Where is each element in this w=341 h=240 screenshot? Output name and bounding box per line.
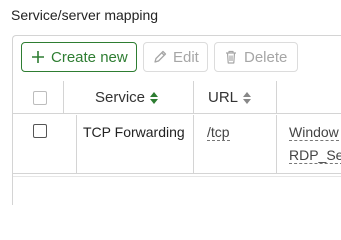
- delete-button[interactable]: Delete: [214, 42, 298, 72]
- select-all-checkbox[interactable]: [33, 91, 47, 105]
- column-divider: [276, 115, 277, 173]
- service-column-header[interactable]: Service: [95, 89, 159, 106]
- row-checkbox[interactable]: [33, 124, 47, 138]
- service-mapping-page: Service/server mapping Create new Edit D…: [0, 0, 341, 205]
- column-divider: [193, 81, 194, 113]
- table-row[interactable]: TCP Forwarding /tcp Window RDP_Se: [13, 115, 341, 174]
- toolbar: Create new Edit Delete: [21, 42, 298, 72]
- table-divider: [13, 176, 341, 177]
- table-header: Service URL: [13, 81, 341, 114]
- sort-icon: [149, 91, 159, 105]
- pencil-icon: [152, 49, 168, 65]
- create-new-label: Create new: [51, 48, 128, 66]
- trash-icon: [223, 49, 239, 65]
- mapping-table-panel: Create new Edit Delete Service URL TCP F…: [12, 35, 341, 205]
- column-divider: [276, 81, 277, 113]
- plus-icon: [30, 49, 46, 65]
- delete-label: Delete: [244, 48, 288, 66]
- server-link[interactable]: RDP_Se: [289, 147, 341, 164]
- sort-icon: [242, 91, 252, 105]
- column-divider: [76, 115, 77, 173]
- column-divider: [193, 115, 194, 173]
- service-cell: TCP Forwarding: [83, 124, 185, 140]
- section-title: Service/server mapping: [11, 7, 159, 23]
- edit-button[interactable]: Edit: [143, 42, 208, 72]
- server-link[interactable]: Window: [289, 124, 339, 141]
- url-header-label: URL: [208, 89, 239, 106]
- service-header-label: Service: [95, 89, 146, 106]
- edit-label: Edit: [173, 48, 199, 66]
- server-cell: Window RDP_Se: [289, 121, 341, 167]
- url-column-header[interactable]: URL: [208, 89, 252, 106]
- create-new-button[interactable]: Create new: [21, 42, 137, 72]
- url-link[interactable]: /tcp: [207, 124, 230, 141]
- column-divider: [63, 81, 64, 113]
- url-cell: /tcp: [207, 124, 230, 141]
